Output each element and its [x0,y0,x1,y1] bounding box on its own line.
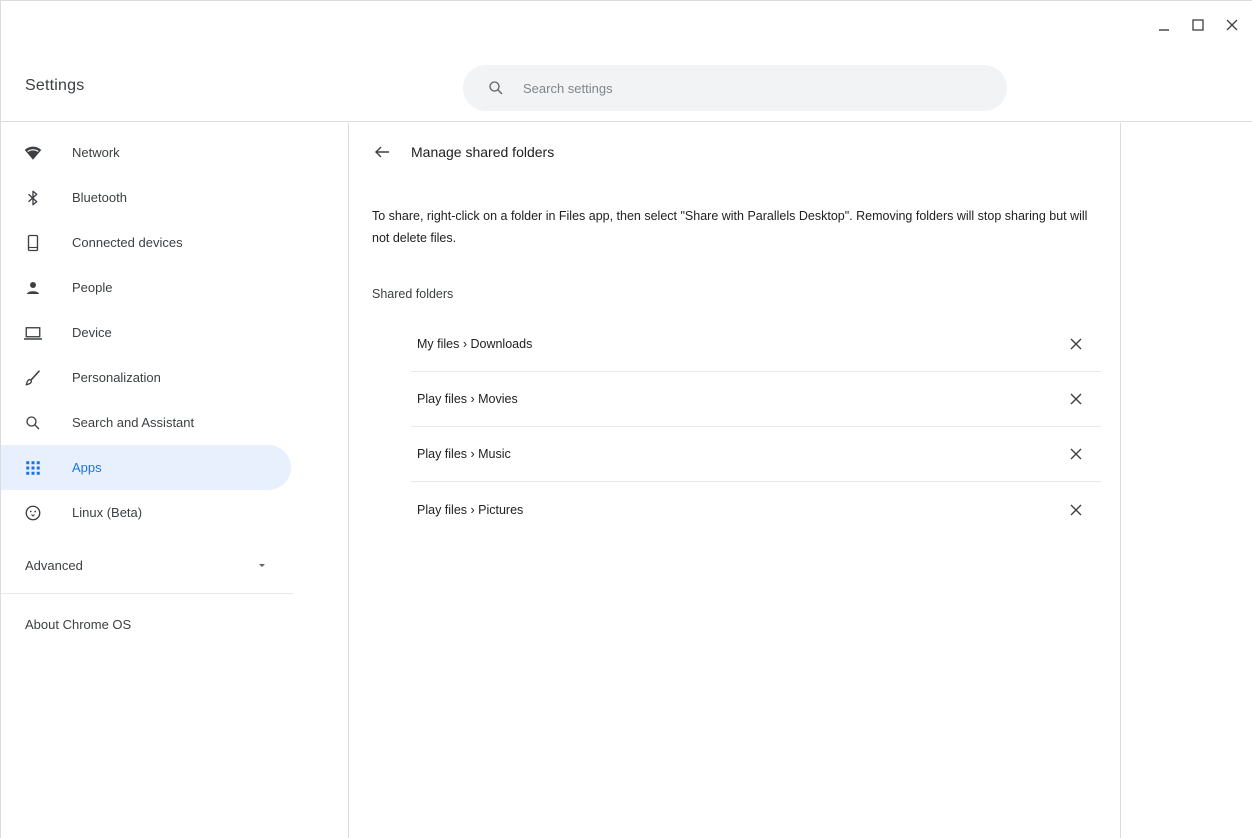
settings-window: Settings Network Bluetooth Connected dev… [0,0,1252,838]
sidebar-item-people[interactable]: People [1,265,291,310]
remove-folder-button[interactable] [1065,388,1087,410]
advanced-label: Advanced [25,557,83,573]
shared-folder-list: My files › Downloads Play files › Movies… [411,317,1101,537]
sidebar-item-label: People [72,280,113,295]
folder-name: Play files › Music [417,447,511,461]
sidebar-item-label: Connected devices [72,235,183,250]
back-button[interactable] [371,141,393,163]
remove-folder-button[interactable] [1065,443,1087,465]
about-label: About Chrome OS [25,616,132,632]
sidebar-item-label: Apps [72,460,102,475]
linux-icon [23,503,43,523]
bluetooth-icon [23,188,43,208]
dropdown-arrow-icon [259,564,265,567]
sidebar-item-apps[interactable]: Apps [1,445,291,490]
sidebar-item-device[interactable]: Device [1,310,291,355]
list-item: Play files › Pictures [411,482,1101,537]
close-icon [1070,393,1082,405]
sidebar: Network Bluetooth Connected devices Peop… [1,123,301,838]
sidebar-item-label: Search and Assistant [72,415,195,430]
search-icon [23,413,43,433]
close-icon [1070,504,1082,515]
sidebar-item-connected-devices[interactable]: Connected devices [1,220,291,265]
list-item: Play files › Music [411,427,1101,482]
sidebar-item-label: Personalization [72,370,161,385]
list-item: My files › Downloads [411,317,1101,372]
remove-folder-button[interactable] [1065,333,1087,355]
sidebar-item-linux[interactable]: Linux (Beta) [1,490,291,535]
remove-folder-button[interactable] [1065,499,1087,521]
apps-grid-icon [23,458,43,478]
subpage-header: Manage shared folders [349,123,1120,181]
laptop-icon [23,323,43,343]
description-text: To share, right-click on a folder in Fil… [372,209,1088,245]
search-input[interactable] [523,80,943,96]
phone-icon [23,233,43,253]
sidebar-item-search-and-assistant[interactable]: Search and Assistant [1,400,291,445]
list-item: Play files › Movies [411,372,1101,427]
sidebar-item-personalization[interactable]: Personalization [1,355,291,400]
search-box[interactable] [463,65,1007,111]
sidebar-item-label: Linux (Beta) [72,505,143,520]
back-arrow-icon [375,146,389,158]
app-title: Settings [25,77,85,94]
close-icon [1070,338,1082,350]
folder-name: Play files › Pictures [417,502,524,517]
sidebar-item-label: Bluetooth [72,190,127,205]
advanced-toggle[interactable]: Advanced [1,541,293,589]
folder-name: My files › Downloads [417,337,533,351]
search-icon [489,81,503,95]
close-icon [1070,448,1082,460]
section-title: Shared folders [372,287,454,301]
about-chrome-os-link[interactable]: About Chrome OS [1,594,293,654]
person-icon [23,278,43,298]
sidebar-item-network[interactable]: Network [1,130,291,175]
page-title: Manage shared folders [411,144,555,160]
sidebar-item-label: Network [72,145,120,160]
wifi-icon [23,143,43,163]
sidebar-item-label: Device [72,325,112,340]
folder-name: Play files › Movies [417,392,518,406]
main-content: Manage shared folders To share, right-cl… [348,123,1121,838]
settings-header: Settings [1,1,1252,122]
sidebar-item-bluetooth[interactable]: Bluetooth [1,175,291,220]
brush-icon [23,368,43,388]
